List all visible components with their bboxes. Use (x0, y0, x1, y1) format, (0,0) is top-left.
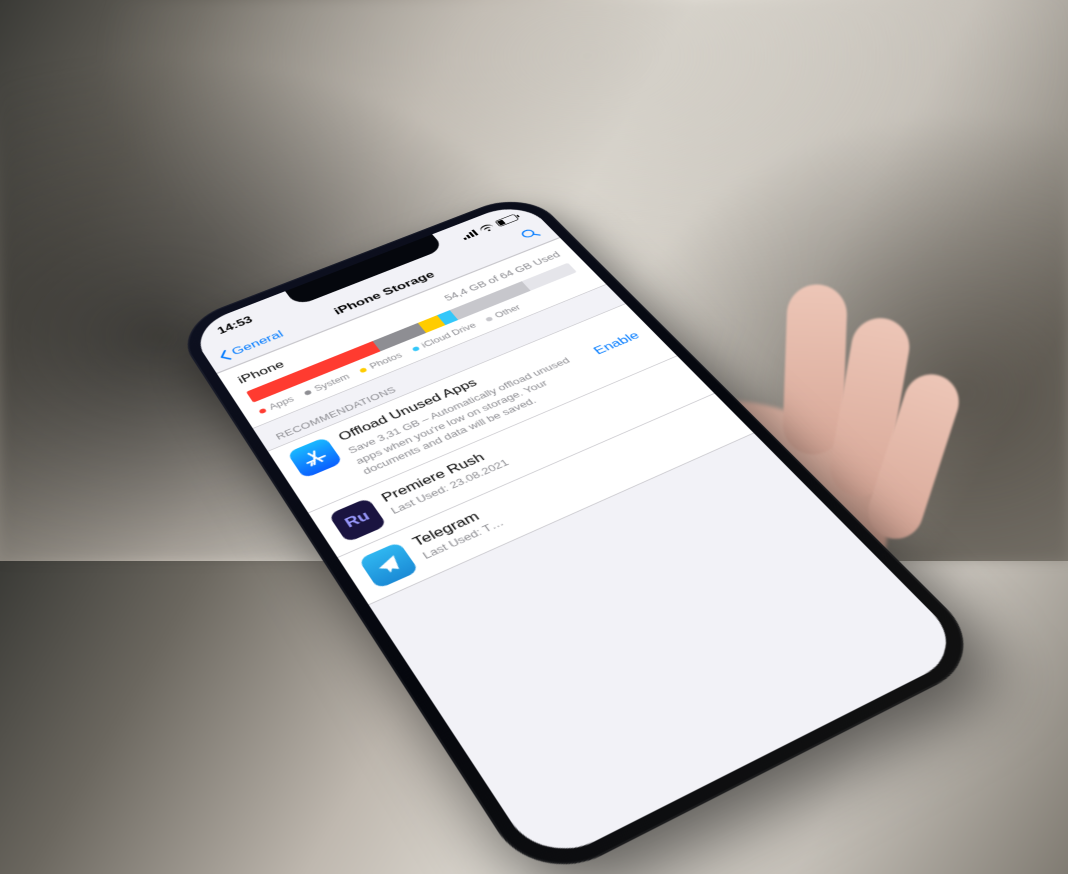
enable-button[interactable]: Enable (591, 329, 643, 357)
chevron-left-icon (216, 349, 233, 363)
legend-dot-icon (359, 367, 368, 373)
appstore-icon (287, 437, 343, 479)
battery-icon (494, 214, 519, 227)
legend-dot-icon (411, 346, 420, 352)
cellular-signal-icon (460, 229, 478, 240)
iphone-device: 14:53 General iPhone Storage (172, 190, 994, 874)
telegram-icon (358, 541, 419, 589)
wifi-icon (478, 223, 495, 233)
legend-dot-icon (485, 316, 494, 322)
legend-dot-icon (258, 408, 267, 414)
legend-label: Other (493, 303, 523, 320)
rush-icon: Ru (328, 497, 387, 542)
legend-label: Apps (267, 395, 296, 412)
search-icon (517, 226, 543, 242)
legend-dot-icon (304, 389, 313, 395)
search-button[interactable] (517, 226, 545, 244)
